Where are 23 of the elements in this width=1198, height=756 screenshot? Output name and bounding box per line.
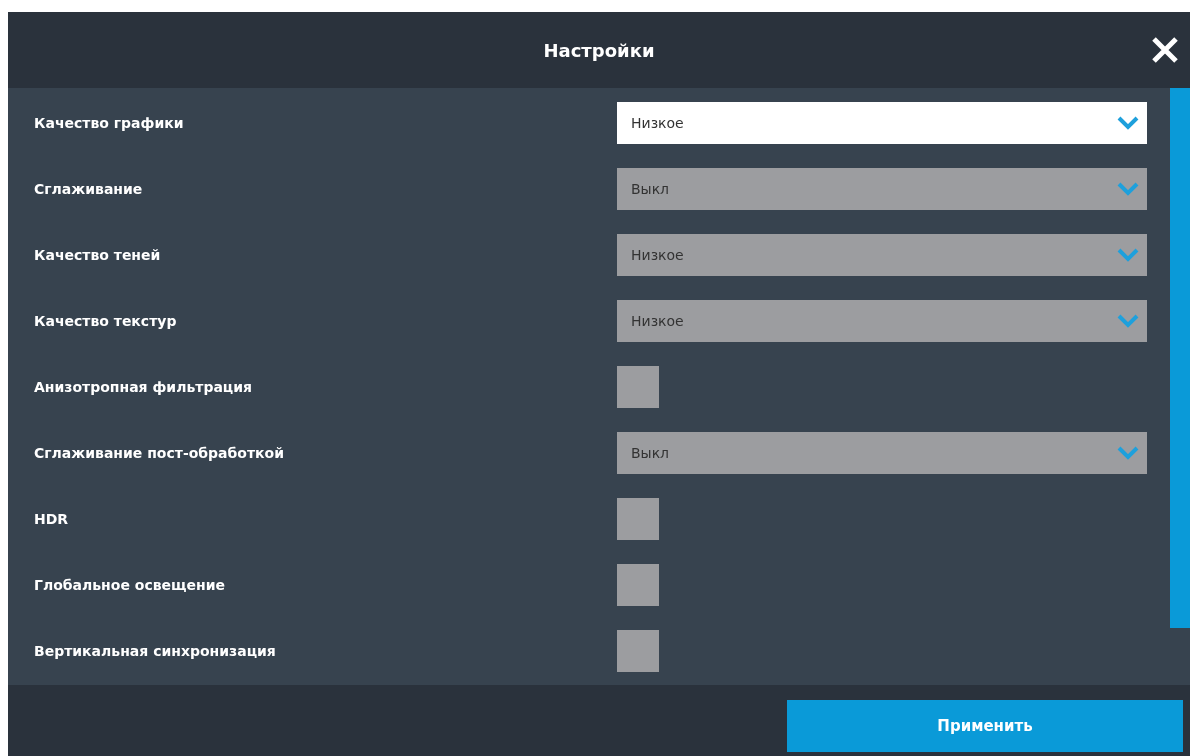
dropdown[interactable]: Низкое [617, 102, 1147, 144]
setting-label: Вертикальная синхронизация [33, 643, 277, 659]
chevron-down-icon [1117, 182, 1139, 196]
chevron-down-icon [1117, 248, 1139, 262]
close-icon[interactable] [1150, 35, 1180, 65]
setting-label: Сглаживание пост-обработкой [33, 445, 285, 461]
setting-label: Глобальное освещение [33, 577, 226, 593]
setting-label: Качество теней [33, 247, 162, 263]
scrollbar-thumb[interactable] [1170, 88, 1190, 628]
setting-label: Анизотропная фильтрация [33, 379, 254, 395]
checkbox[interactable] [617, 564, 659, 606]
checkbox[interactable] [617, 630, 659, 672]
chevron-down-icon [1117, 446, 1139, 460]
setting-label: Качество графики [33, 115, 185, 131]
chevron-down-icon [1117, 314, 1139, 328]
checkbox[interactable] [617, 366, 659, 408]
setting-label: HDR [33, 511, 70, 527]
setting-label: Качество текстур [33, 313, 178, 329]
apply-button[interactable]: Применить [787, 699, 1183, 752]
checkbox[interactable] [617, 498, 659, 540]
dialog-title: Настройки [543, 39, 655, 61]
setting-label: Сглаживание [33, 181, 144, 197]
chevron-down-icon [1117, 116, 1139, 130]
